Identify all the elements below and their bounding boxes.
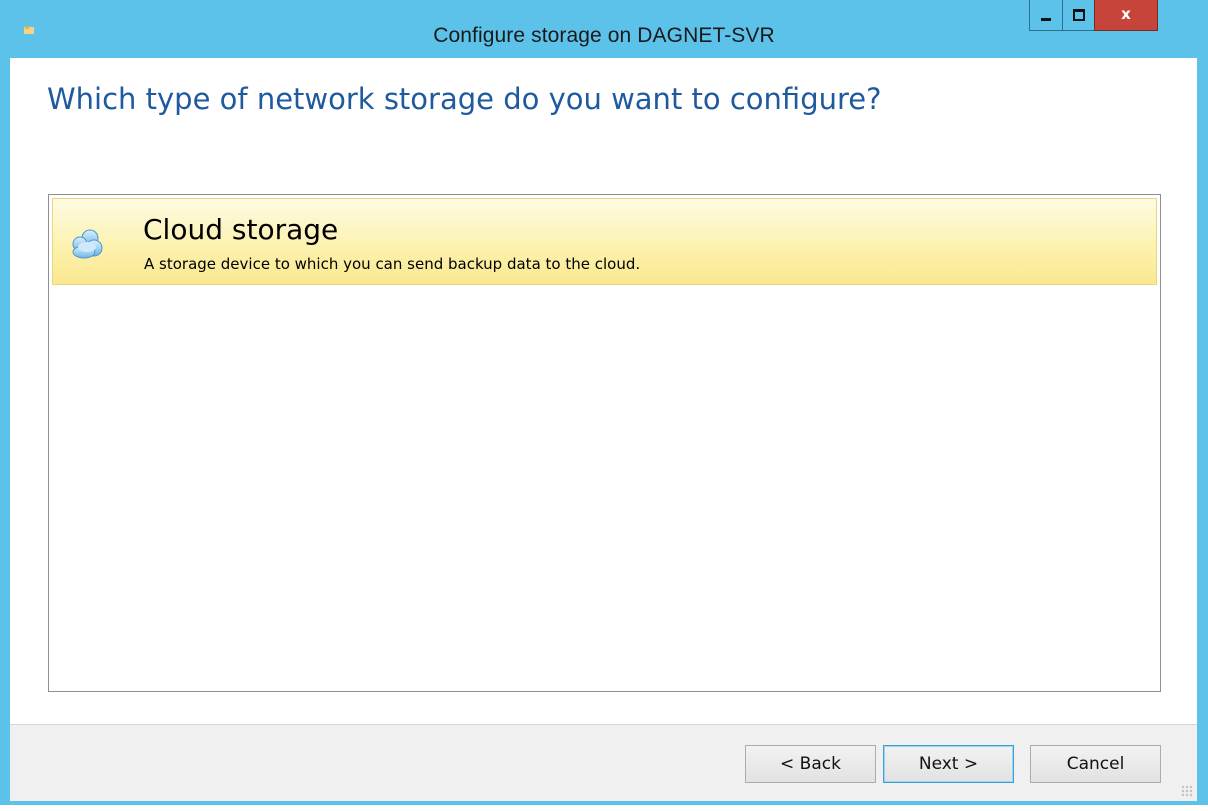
maximize-button[interactable] xyxy=(1062,0,1095,31)
storage-type-list[interactable]: Cloud storage A storage device to which … xyxy=(48,194,1161,692)
close-button[interactable]: x xyxy=(1094,0,1158,31)
title-bar[interactable]: Configure storage on DAGNET-SVR x xyxy=(0,0,1208,58)
wizard-window: Configure storage on DAGNET-SVR x Which … xyxy=(0,0,1208,805)
page-heading: Which type of network storage do you wan… xyxy=(47,82,882,116)
back-button[interactable]: < Back xyxy=(745,745,876,783)
close-icon: x xyxy=(1121,4,1131,23)
cancel-button[interactable]: Cancel xyxy=(1030,745,1161,783)
resize-grip[interactable] xyxy=(1181,785,1193,797)
minimize-button[interactable] xyxy=(1029,0,1063,31)
button-bar: < Back Next > Cancel xyxy=(10,724,1197,801)
next-button[interactable]: Next > xyxy=(883,745,1014,783)
wizard-content: Which type of network storage do you wan… xyxy=(10,58,1197,801)
list-item-description: A storage device to which you can send b… xyxy=(144,255,641,273)
list-item-title: Cloud storage xyxy=(143,213,339,246)
maximize-icon xyxy=(1072,9,1085,21)
list-item-cloud-storage[interactable]: Cloud storage A storage device to which … xyxy=(52,198,1157,285)
window-title: Configure storage on DAGNET-SVR xyxy=(433,24,775,47)
cloud-icon xyxy=(72,229,103,259)
minimize-icon xyxy=(1041,17,1051,21)
